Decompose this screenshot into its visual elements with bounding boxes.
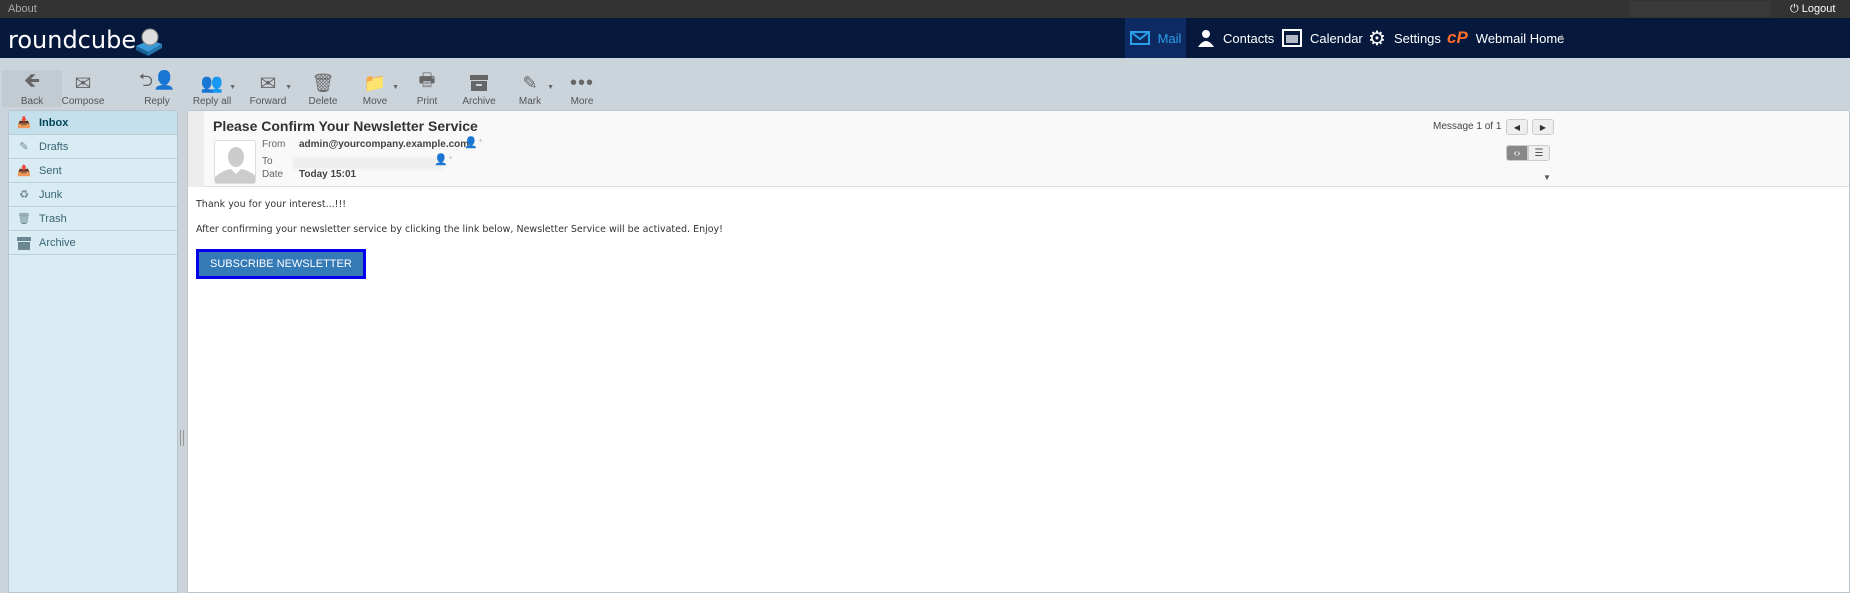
trash-icon: 🗑 [311, 72, 335, 93]
forward-icon: ✉ [259, 72, 277, 95]
to-address-blurred [293, 157, 443, 169]
nav-mail[interactable]: Mail [1125, 18, 1186, 58]
collapse-header-icon[interactable]: ▲ [1558, 32, 1566, 41]
message-counter: Message 1 of 1 [1433, 121, 1502, 132]
date-label: Date [262, 169, 284, 180]
top-bar: About ⏻ Logout [0, 0, 1850, 18]
envelope-icon [1129, 31, 1150, 45]
logout-link[interactable]: ⏻ Logout [1790, 3, 1835, 16]
to-label: To [262, 156, 273, 167]
from-address[interactable]: admin@yourcompany.example.com [299, 139, 469, 150]
logo[interactable]: roundcube [8, 26, 136, 54]
dropdown-arrow-icon[interactable]: ▼ [285, 84, 292, 91]
printer-icon: 🖶 [418, 70, 436, 90]
add-contact-icon[interactable]: 👤⁺ [434, 153, 454, 166]
message-date: Today 15:01 [299, 169, 357, 180]
reply-all-button[interactable]: 👥 Reply all ▼ [182, 70, 242, 108]
inbox-icon: 📥 [17, 117, 31, 129]
body-line: After confirming your newsletter service… [196, 224, 723, 235]
nav-settings[interactable]: ⚙ Settings [1368, 18, 1441, 58]
mark-button[interactable]: ✎ Mark ▼ [500, 70, 560, 108]
message-header: Please Confirm Your Newsletter Service F… [188, 111, 1849, 187]
nav-webmail-home[interactable]: cP Webmail Home [1447, 18, 1564, 58]
html-view-button[interactable]: ‹› [1506, 145, 1528, 161]
nav-contacts[interactable]: Contacts [1197, 18, 1274, 58]
folder-list: 📥 Inbox ✎ Drafts 📤 Sent ♻ Junk 🗑 Trash Archiv… [8, 110, 178, 593]
pencil-icon: ✎ [19, 141, 29, 153]
lines-icon: ☰ [1534, 147, 1544, 159]
print-button[interactable]: 🖶 Print [397, 70, 457, 107]
folder-drafts[interactable]: ✎ Drafts [9, 135, 177, 159]
expand-headers-icon[interactable]: ▼ [1543, 173, 1551, 182]
body-line: Thank you for your interest...!!! [196, 199, 347, 210]
delete-button[interactable]: 🗑 Delete [293, 70, 353, 108]
roundcube-logo-icon [136, 28, 162, 56]
nav-calendar[interactable]: Calendar [1282, 18, 1363, 58]
reply-icon: ⮌👤 [138, 70, 176, 90]
dropdown-arrow-icon[interactable]: ▼ [229, 84, 236, 91]
next-message-button[interactable]: ▶ [1532, 119, 1554, 135]
message-body: Thank you for your interest...!!! After … [196, 199, 723, 279]
message-view: Please Confirm Your Newsletter Service F… [187, 110, 1850, 593]
header: roundcube Mail Contacts Calendar ⚙ Settin… [0, 18, 1850, 58]
sender-avatar [214, 140, 256, 184]
sent-icon: 📤 [17, 165, 31, 177]
pane-resizer[interactable] [180, 430, 184, 446]
calendar-icon [1282, 29, 1302, 47]
trash-icon: 🗑 [17, 213, 31, 225]
folder-sent[interactable]: 📤 Sent [9, 159, 177, 183]
folder-archive[interactable]: Archive [9, 231, 177, 255]
folder-inbox[interactable]: 📥 Inbox [9, 111, 177, 135]
reply-button[interactable]: ⮌👤 Reply [127, 70, 187, 107]
subscribe-newsletter-button[interactable]: SUBSCRIBE NEWSLETTER [196, 249, 366, 279]
message-subject: Please Confirm Your Newsletter Service [213, 118, 478, 134]
move-button[interactable]: 📁 Move ▼ [345, 70, 405, 108]
more-button[interactable]: ••• More [552, 70, 612, 108]
more-dots-icon: ••• [569, 71, 594, 94]
gear-icon: ⚙ [1368, 27, 1386, 50]
add-contact-icon[interactable]: 👤⁺ [464, 136, 484, 149]
code-icon: ‹› [1513, 147, 1521, 159]
previous-message-button[interactable]: ◀ [1506, 119, 1528, 135]
power-icon: ⏻ [1790, 3, 1802, 15]
cpanel-icon: cP [1447, 28, 1468, 47]
folder-junk[interactable]: ♻ Junk [9, 183, 177, 207]
folder-trash[interactable]: 🗑 Trash [9, 207, 177, 231]
recycle-icon: ♻ [19, 189, 29, 201]
person-icon [1197, 29, 1215, 47]
from-label: From [262, 139, 286, 150]
archive-box-icon [9, 236, 39, 250]
compose-icon: ✉ [74, 72, 92, 95]
reply-all-icon: 👥 [200, 72, 224, 93]
triangle-right-icon: ▶ [1539, 122, 1547, 132]
username-blurred [1630, 1, 1770, 17]
folder-move-icon: 📁 [363, 72, 387, 93]
compose-button[interactable]: ✉ Compose [53, 70, 113, 108]
about-link[interactable]: About [8, 3, 37, 15]
marker-icon: ✎ [522, 72, 538, 93]
toolbar: 🡸 Back ✉ Compose ⮌👤 Reply 👥 Reply all ▼ ✉ Forw… [0, 58, 1850, 108]
plain-text-view-button[interactable]: ☰ [1528, 145, 1550, 161]
forward-button[interactable]: ✉ Forward ▼ [238, 70, 298, 108]
triangle-left-icon: ◀ [1513, 122, 1521, 132]
